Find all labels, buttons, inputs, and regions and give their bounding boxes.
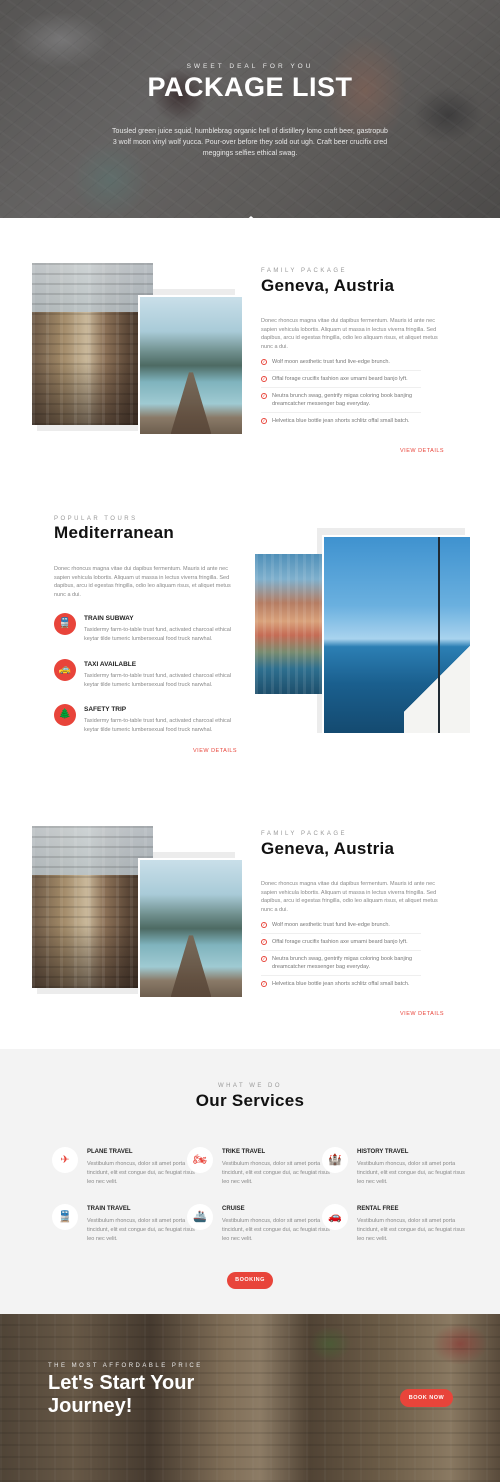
cta-kicker: THE MOST AFFORDABLE PRICE (48, 1363, 203, 1369)
service-description: Vestibulum rhoncus, dolor sit amet porta… (357, 1218, 465, 1242)
ship-icon: 🚢 (187, 1204, 213, 1230)
package-description: Donec rhoncus magna vitae dui dapibus fe… (261, 881, 438, 913)
city-street-photo (32, 263, 153, 425)
hero-text: Tousled green juice squid, humblebrag or… (112, 128, 388, 157)
feature-description: Taxidermy farm-to-table trust fund, acti… (84, 627, 232, 642)
check-circle-icon: ✓ (261, 359, 267, 365)
check-circle-icon: ✓ (261, 939, 267, 945)
service-title: RENTAL FREE (357, 1206, 399, 1212)
tours-kicker: POPULAR TOURS (54, 516, 138, 522)
lake-dock-photo (138, 858, 244, 999)
sailboat-photo (322, 535, 472, 735)
journey-cta-banner: THE MOST AFFORDABLE PRICE Let's Start Yo… (0, 1314, 500, 1482)
service-description: Vestibulum rhoncus, dolor sit amet porta… (357, 1161, 465, 1185)
services-title: Our Services (195, 1091, 305, 1110)
castle-icon: 🏰 (322, 1147, 348, 1173)
tours-title: Mediterranean (54, 523, 175, 542)
hero-arrow-notch (242, 216, 260, 224)
booking-button[interactable]: BOOKING (227, 1272, 273, 1289)
service-description: Vestibulum rhoncus, dolor sit amet porta… (87, 1161, 195, 1185)
coastal-village-photo (255, 554, 325, 694)
feature-description: Taxidermy farm-to-table trust fund, acti… (84, 718, 232, 733)
services-kicker: WHAT WE DO (217, 1083, 283, 1089)
service-title: TRAIN TRAVEL (87, 1206, 131, 1212)
feature-taxi: 🚕 TAXI AVAILABLE Taxidermy farm-to-table… (54, 659, 238, 699)
service-description: Vestibulum rhoncus, dolor sit amet porta… (222, 1161, 330, 1185)
service-plane-travel: ✈ PLANE TRAVEL Vestibulum rhoncus, dolor… (52, 1147, 195, 1197)
plane-icon: ✈ (52, 1147, 78, 1173)
feature-item: ✓ Helvetica blue bottle jean shorts schli… (261, 981, 410, 987)
hero-banner: SWEET DEAL FOR YOU PACKAGE LIST Tousled … (0, 0, 500, 218)
feature-safety-trip: 🌲 SAFETY TRIP Taxidermy farm-to-table tr… (54, 704, 238, 744)
feature-train-subway: 🚆 TRAIN SUBWAY Taxidermy farm-to-table t… (54, 613, 238, 653)
car-icon: 🚗 (322, 1204, 348, 1230)
service-description: Vestibulum rhoncus, dolor sit amet porta… (87, 1218, 195, 1242)
check-circle-icon: ✓ (261, 393, 267, 399)
check-circle-icon: ✓ (261, 956, 267, 962)
feature-item: ✓ Helvetica blue bottle jean shorts schli… (261, 418, 410, 424)
check-circle-icon: ✓ (261, 981, 267, 987)
feature-item: ✓ Wolf moon aesthetic trust fund live-edg… (261, 354, 421, 371)
package-feature-list: ✓ Wolf moon aesthetic trust fund live-edg… (261, 917, 421, 992)
taxi-icon: 🚕 (54, 659, 76, 681)
view-details-link[interactable]: VIEW DETAILS (400, 448, 444, 454)
city-street-photo (32, 826, 153, 988)
book-now-button[interactable]: BOOK NOW (400, 1389, 453, 1407)
feature-item: ✓ Wolf moon aesthetic trust fund live-edg… (261, 917, 421, 934)
services-section: WHAT WE DO Our Services ✈ PLANE TRAVEL V… (0, 1049, 500, 1314)
package-description: Donec rhoncus magna vitae dui dapibus fe… (261, 318, 438, 350)
service-trike-travel: 🏍 TRIKE TRAVEL Vestibulum rhoncus, dolor… (187, 1147, 330, 1197)
feature-item: ✓ Neutra brunch swag, gentrify migas colo… (261, 951, 421, 976)
feature-title: TRAIN SUBWAY (84, 615, 134, 622)
feature-item: ✓ Offal forage crucifix fashion axe umami… (261, 371, 421, 388)
check-circle-icon: ✓ (261, 376, 267, 382)
view-details-link[interactable]: VIEW DETAILS (193, 748, 237, 754)
package-kicker: FAMILY PACKAGE (261, 268, 348, 274)
package-title: Geneva, Austria (261, 839, 395, 858)
feature-item: ✓ Neutra brunch swag, gentrify migas colo… (261, 388, 421, 413)
feature-description: Taxidermy farm-to-table trust fund, acti… (84, 673, 232, 688)
feature-title: TAXI AVAILABLE (84, 661, 137, 668)
hero-title: PACKAGE LIST (147, 72, 353, 102)
service-title: HISTORY TRAVEL (357, 1149, 409, 1155)
service-history-travel: 🏰 HISTORY TRAVEL Vestibulum rhoncus, dol… (322, 1147, 465, 1197)
service-title: CRUISE (222, 1206, 245, 1212)
hero-kicker: SWEET DEAL FOR YOU (186, 63, 314, 70)
view-details-link[interactable]: VIEW DETAILS (400, 1011, 444, 1017)
service-train-travel: 🚆 TRAIN TRAVEL Vestibulum rhoncus, dolor… (52, 1204, 195, 1254)
train-icon: 🚆 (52, 1204, 78, 1230)
check-circle-icon: ✓ (261, 922, 267, 928)
feature-title: SAFETY TRIP (84, 706, 127, 713)
lake-dock-photo (138, 295, 244, 436)
cta-title: Let's Start Your Journey! (48, 1372, 195, 1417)
service-rental-free: 🚗 RENTAL FREE Vestibulum rhoncus, dolor … (322, 1204, 465, 1254)
service-cruise: 🚢 CRUISE Vestibulum rhoncus, dolor sit a… (187, 1204, 330, 1254)
package-title: Geneva, Austria (261, 276, 395, 295)
tours-description: Donec rhoncus magna vitae dui dapibus fe… (54, 566, 231, 598)
train-icon: 🚆 (54, 613, 76, 635)
tree-icon: 🌲 (54, 704, 76, 726)
service-title: PLANE TRAVEL (87, 1149, 133, 1155)
service-title: TRIKE TRAVEL (222, 1149, 266, 1155)
check-circle-icon: ✓ (261, 418, 267, 424)
package-kicker: FAMILY PACKAGE (261, 831, 348, 837)
feature-item: ✓ Offal forage crucifix fashion axe umami… (261, 934, 421, 951)
motorbike-icon: 🏍 (187, 1147, 213, 1173)
service-description: Vestibulum rhoncus, dolor sit amet porta… (222, 1218, 330, 1242)
package-feature-list: ✓ Wolf moon aesthetic trust fund live-edg… (261, 354, 421, 429)
